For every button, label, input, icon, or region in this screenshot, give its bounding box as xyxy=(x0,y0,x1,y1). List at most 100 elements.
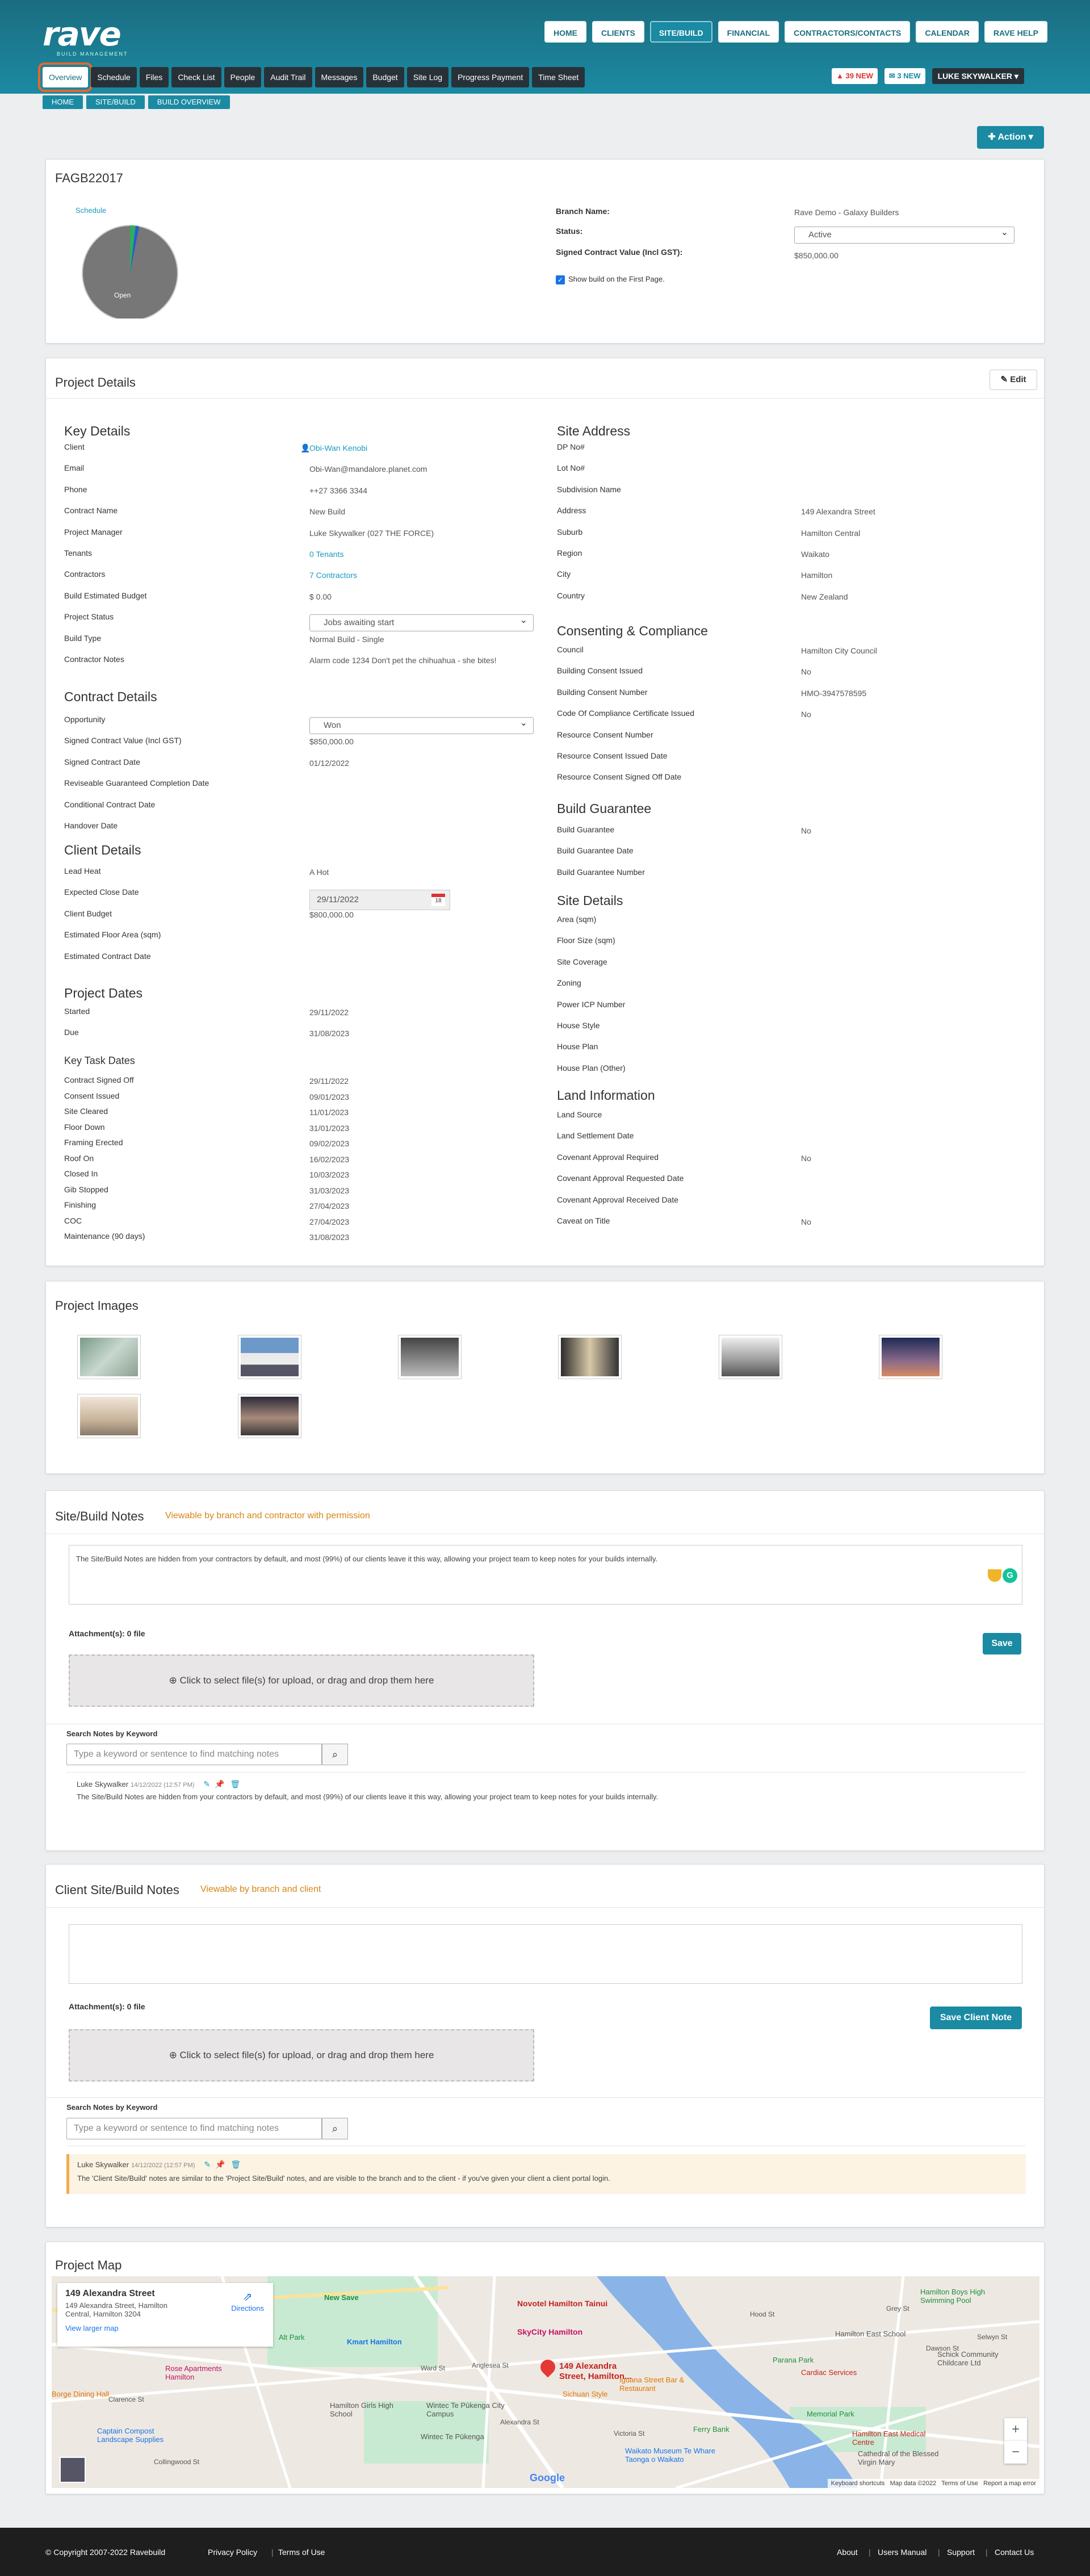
users-manual-link[interactable]: Users Manual xyxy=(878,2548,927,2557)
action-button[interactable]: ✚ Action ▾ xyxy=(977,126,1044,149)
place-label[interactable]: Hamilton Girls High School xyxy=(330,2401,398,2418)
rave-logo[interactable]: rave BUILD MANAGEMENT xyxy=(43,17,148,57)
nav-home[interactable]: HOME xyxy=(544,21,586,43)
place-label[interactable]: Memorial Park xyxy=(807,2410,854,2418)
report-error-link[interactable]: Report a map error xyxy=(983,2480,1036,2487)
pin-icon[interactable]: 📌 xyxy=(215,1779,224,1788)
project-image[interactable] xyxy=(238,1335,301,1379)
client-notes-dropzone[interactable]: ⊕ Click to select file(s) for upload, or… xyxy=(69,2029,534,2081)
project-image[interactable] xyxy=(719,1335,782,1379)
tab-time-sheet[interactable]: Time Sheet xyxy=(532,67,585,87)
tab-budget[interactable]: Budget xyxy=(366,67,404,87)
project-image[interactable] xyxy=(558,1335,622,1379)
project-status-select[interactable]: Jobs awaiting start xyxy=(309,613,534,632)
keyboard-shortcuts-link[interactable]: Keyboard shortcuts xyxy=(831,2480,885,2487)
zoom-out-button[interactable]: − xyxy=(1004,2441,1027,2464)
edit-button[interactable]: ✎ Edit xyxy=(990,370,1037,390)
place-label[interactable]: Novotel Hamilton Tainui xyxy=(517,2299,607,2308)
tab-files[interactable]: Files xyxy=(139,67,169,87)
nav-calendar[interactable]: CALENDAR xyxy=(916,21,979,43)
nav-site-build[interactable]: SITE/BUILD xyxy=(649,21,712,43)
tab-overview[interactable]: Overview xyxy=(37,62,93,92)
terms-link[interactable]: Terms of Use xyxy=(941,2480,978,2487)
project-image[interactable] xyxy=(879,1335,942,1379)
save-client-note-button[interactable]: Save Client Note xyxy=(930,2007,1022,2029)
about-link[interactable]: About xyxy=(837,2548,858,2557)
place-label[interactable]: Hamilton Boys High Swimming Pool xyxy=(920,2288,1011,2305)
client-value[interactable]: Obi-Wan Kenobi xyxy=(309,443,367,453)
tenants-value[interactable]: 0 Tenants xyxy=(309,550,343,559)
opportunity-select[interactable]: Won xyxy=(309,715,534,734)
place-label[interactable]: Cathedral of the Blessed Virgin Mary xyxy=(858,2449,943,2466)
notes-search-input[interactable]: Type a keyword or sentence to find match… xyxy=(66,1744,322,1765)
place-label[interactable]: New Save xyxy=(324,2293,359,2302)
contractors-value[interactable]: 7 Contractors xyxy=(309,571,357,580)
notes-search-button[interactable]: ⌕ xyxy=(322,1744,348,1765)
breadcrumb-site-build[interactable]: SITE/BUILD xyxy=(86,95,145,109)
place-label[interactable]: Captain Compost Landscape Supplies xyxy=(97,2427,182,2444)
tab-progress-payment[interactable]: Progress Payment xyxy=(451,67,530,87)
grammarly-icon[interactable]: G xyxy=(1003,1568,1017,1583)
project-image[interactable] xyxy=(398,1335,462,1379)
tab-check-list[interactable]: Check List xyxy=(171,67,221,87)
pencil-icon[interactable]: ✎ xyxy=(204,2160,211,2169)
user-menu[interactable]: LUKE SKYWALKER ▾ xyxy=(932,68,1024,84)
place-label[interactable]: Rose Apartments Hamilton xyxy=(165,2364,250,2381)
nav-contractors[interactable]: CONTRACTORS/CONTACTS xyxy=(785,21,911,43)
tab-messages[interactable]: Messages xyxy=(315,67,364,87)
support-link[interactable]: Support xyxy=(947,2548,975,2557)
nav-rave-help[interactable]: RAVE HELP xyxy=(984,21,1047,43)
place-label[interactable]: Alt Park xyxy=(279,2333,305,2342)
tab-people[interactable]: People xyxy=(224,67,262,87)
directions-button[interactable]: ⇗ Directions xyxy=(231,2290,264,2313)
notes-dropzone[interactable]: ⊕ Click to select file(s) for upload, or… xyxy=(69,1654,534,1707)
tab-site-log[interactable]: Site Log xyxy=(406,67,449,87)
place-label[interactable]: Hamilton East School xyxy=(835,2330,905,2338)
project-image[interactable] xyxy=(238,1394,301,1438)
place-label[interactable]: Waikato Museum Te Whare Taonga o Waikato xyxy=(625,2447,733,2464)
nav-financial[interactable]: FINANCIAL xyxy=(718,21,779,43)
breadcrumb-home[interactable]: HOME xyxy=(43,95,83,109)
place-label[interactable]: SkyCity Hamilton xyxy=(517,2327,582,2336)
trash-icon[interactable]: 🗑 xyxy=(230,1779,240,1788)
messages-badge[interactable]: ✉ 3 NEW xyxy=(884,68,925,84)
trash-icon[interactable]: 🗑 xyxy=(230,2160,241,2169)
pencil-icon[interactable]: ✎ xyxy=(203,1779,210,1788)
show-build-checkbox[interactable]: ✓ xyxy=(556,275,565,284)
place-label[interactable]: Wintec Te Pūkenga City Campus xyxy=(426,2401,517,2418)
place-label[interactable]: Parana Park xyxy=(773,2356,814,2364)
place-label[interactable]: Borge Dining Hall xyxy=(52,2390,109,2398)
tab-schedule[interactable]: Schedule xyxy=(91,67,137,87)
project-image[interactable] xyxy=(77,1394,141,1438)
google-map[interactable]: 149 Alexandra Street 149 Alexandra Stree… xyxy=(52,2276,1039,2488)
alerts-badge[interactable]: ▲ 39 NEW xyxy=(832,68,878,84)
pin-icon[interactable]: 📌 xyxy=(215,2160,225,2169)
project-image[interactable] xyxy=(77,1335,141,1379)
terms-of-use-link[interactable]: Terms of Use xyxy=(278,2548,325,2557)
zoom-in-button[interactable]: + xyxy=(1004,2418,1027,2441)
save-button[interactable]: Save xyxy=(983,1633,1021,1654)
calendar-icon[interactable]: 18 xyxy=(431,894,445,907)
place-label[interactable]: Hamilton East Medical Centre xyxy=(852,2430,926,2447)
privacy-policy-link[interactable]: Privacy Policy xyxy=(208,2548,257,2557)
place-label[interactable]: Kmart Hamilton xyxy=(347,2338,402,2346)
tab-audit-trail[interactable]: Audit Trail xyxy=(264,67,312,87)
place-label[interactable]: Schick Community Childcare Ltd xyxy=(937,2350,1028,2367)
emoji-icon[interactable] xyxy=(988,1569,1001,1582)
place-label[interactable]: Sichuan Style xyxy=(563,2390,608,2398)
notes-editor[interactable]: The Site/Build Notes are hidden from you… xyxy=(69,1545,1022,1605)
expected-close-date-input[interactable]: 29/11/2022 18 xyxy=(309,890,450,911)
place-label[interactable]: Cardiac Services xyxy=(801,2368,857,2377)
nav-clients[interactable]: CLIENTS xyxy=(592,21,644,43)
place-label[interactable]: Ferry Bank xyxy=(693,2425,730,2433)
client-notes-search-input[interactable]: Type a keyword or sentence to find match… xyxy=(66,2118,322,2139)
client-notes-search-button[interactable]: ⌕ xyxy=(322,2118,348,2139)
place-label[interactable]: Iguana Street Bar & Restaurant xyxy=(619,2376,710,2393)
place-label[interactable]: Wintec Te Pūkenga xyxy=(421,2432,484,2441)
client-notes-editor[interactable] xyxy=(69,1924,1022,1984)
status-select[interactable]: Active xyxy=(794,225,1014,244)
contact-us-link[interactable]: Contact Us xyxy=(995,2548,1034,2557)
satellite-toggle[interactable] xyxy=(60,2457,86,2483)
view-larger-map-link[interactable]: View larger map xyxy=(65,2324,265,2332)
reviseable-guaranteed-completion-date-label: Reviseable Guaranteed Completion Date xyxy=(64,778,209,788)
